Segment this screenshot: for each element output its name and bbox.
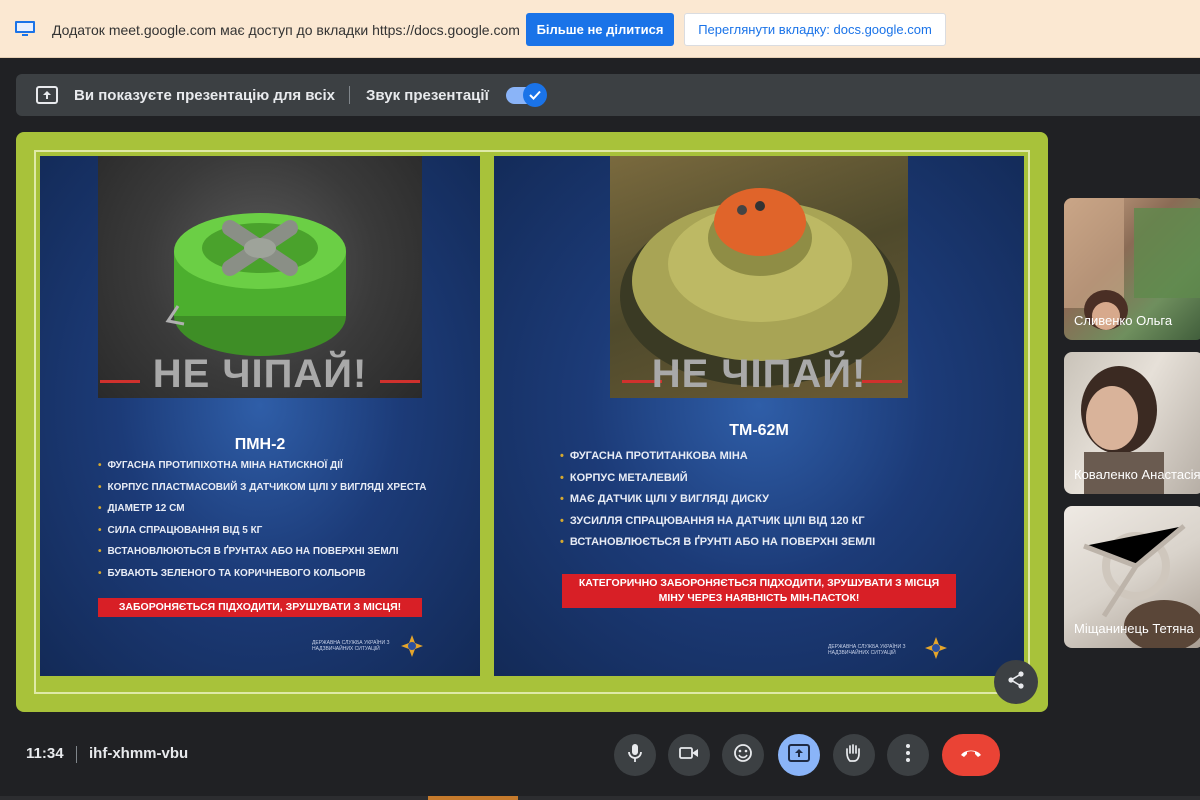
- emoji-icon: [733, 743, 753, 768]
- presenting-status: Ви показуєте презентацію для всіх: [74, 87, 335, 104]
- list-item: КОРПУС ПЛАСТМАСОВИЙ З ДАТЧИКОМ ЦІЛІ У ВИ…: [98, 482, 427, 504]
- presentation-stage: НЕ ЧІПАЙ! ПМН-2 ФУГАСНА ПРОТИПІХОТНА МІН…: [16, 132, 1048, 712]
- warning-heading: НЕ ЧІПАЙ!: [152, 352, 368, 396]
- list-item: БУВАЮТЬ ЗЕЛЕНОГО ТА КОРИЧНЕВОГО КОЛЬОРІВ: [98, 568, 426, 590]
- mic-button[interactable]: [614, 734, 656, 776]
- warning-heading: НЕ ЧІПАЙ!: [651, 352, 867, 396]
- list-item: ДІАМЕТР 12 СМ: [98, 503, 426, 525]
- camera-icon: [679, 746, 699, 765]
- camera-button[interactable]: [668, 734, 710, 776]
- end-call-icon: [959, 746, 983, 764]
- emblem-icon: [400, 634, 424, 658]
- present-now-button[interactable]: [778, 734, 820, 776]
- reactions-button[interactable]: [722, 734, 764, 776]
- present-screen-icon: [788, 743, 810, 767]
- share-button[interactable]: [994, 660, 1038, 704]
- warning-banner: КАТЕГОРИЧНО ЗАБОРОНЯЄТЬСЯ ПІДХОДИТИ, ЗРУ…: [562, 574, 956, 608]
- taskbar-highlight: [428, 796, 518, 800]
- bullet-list: ФУГАСНА ПРОТИПІХОТНА МІНА НАТИСКНОЇ ДІЇ …: [98, 460, 427, 590]
- presenting-bar: Ви показуєте презентацію для всіх Звук п…: [16, 74, 1200, 116]
- raise-hand-button[interactable]: [833, 734, 875, 776]
- participant-name: Міщанинець Тетяна: [1074, 621, 1194, 636]
- monitor-icon: [14, 20, 36, 37]
- slide-area: НЕ ЧІПАЙ! ПМН-2 ФУГАСНА ПРОТИПІХОТНА МІН…: [34, 150, 1030, 694]
- view-tab-button[interactable]: Переглянути вкладку: docs.google.com: [684, 13, 946, 46]
- list-item: ФУГАСНА ПРОТИТАНКОВА МІНА: [560, 450, 875, 472]
- mic-icon: [626, 743, 644, 768]
- participant-tile[interactable]: Міщанинець Тетяна: [1064, 506, 1200, 648]
- meeting-code: ihf-xhmm-vbu: [89, 745, 189, 762]
- list-item: ЗУСИЛЛЯ СПРАЦЮВАННЯ НА ДАТЧИК ЦІЛІ ВІД 1…: [560, 515, 875, 537]
- stop-sharing-button[interactable]: Більше не ділитися: [526, 13, 674, 46]
- list-item: МАЄ ДАТЧИК ЦІЛІ У ВИГЛЯДІ ДИСКУ: [560, 493, 875, 515]
- emblem-icon: [924, 636, 948, 660]
- presentation-audio-label: Звук презентації: [366, 87, 489, 104]
- list-item: ФУГАСНА ПРОТИПІХОТНА МІНА НАТИСКНОЇ ДІЇ: [98, 460, 426, 482]
- participant-name: Сливенко Ольга: [1074, 313, 1173, 328]
- slide-tm62m: НЕ ЧІПАЙ! ТМ-62М ФУГАСНА ПРОТИТАНКОВА МІ…: [494, 156, 1024, 676]
- meeting-time: 11:34: [26, 745, 64, 762]
- taskbar-edge: [0, 796, 1200, 800]
- participant-tile[interactable]: Сливенко Ольга: [1064, 198, 1200, 340]
- more-options-button[interactable]: [887, 734, 929, 776]
- tab-sharing-banner: Додаток meet.google.com має доступ до вк…: [0, 0, 1200, 58]
- presentation-audio-toggle[interactable]: [506, 83, 547, 107]
- list-item: ВСТАНОВЛЮЄТЬСЯ В ҐРУНТІ АБО НА ПОВЕРХНІ …: [560, 536, 875, 558]
- list-item: КОРПУС МЕТАЛЕВИЙ: [560, 472, 875, 494]
- warning-banner: ЗАБОРОНЯЄТЬСЯ ПІДХОДИТИ, ЗРУШУВАТИ З МІС…: [98, 598, 422, 617]
- agency-caption: ДЕРЖАВНА СЛУЖБА УКРАЇНИ З НАДЗВИЧАЙНИХ С…: [312, 640, 390, 652]
- more-options-icon: [905, 743, 911, 768]
- present-icon: [36, 86, 58, 104]
- participant-name: Коваленко Анастасія: [1074, 467, 1200, 482]
- agency-caption: ДЕРЖАВНА СЛУЖБА УКРАЇНИ З НАДЗВИЧАЙНИХ С…: [828, 644, 906, 656]
- bullet-list: ФУГАСНА ПРОТИТАНКОВА МІНА КОРПУС МЕТАЛЕВ…: [560, 450, 875, 558]
- raise-hand-icon: [845, 743, 863, 768]
- divider: [76, 746, 77, 763]
- divider: [349, 86, 350, 104]
- participant-tile[interactable]: Коваленко Анастасія: [1064, 352, 1200, 494]
- check-icon: [523, 83, 547, 107]
- sharing-message: Додаток meet.google.com має доступ до вк…: [52, 22, 520, 38]
- slide-pmn2: НЕ ЧІПАЙ! ПМН-2 ФУГАСНА ПРОТИПІХОТНА МІН…: [40, 156, 480, 676]
- slide-title: ПМН-2: [234, 436, 286, 453]
- list-item: ВСТАНОВЛЮЮТЬСЯ В ҐРУНТАХ АБО НА ПОВЕРХНІ…: [98, 546, 426, 568]
- share-icon: [1006, 670, 1026, 695]
- end-call-button[interactable]: [942, 734, 1000, 776]
- slide-title: ТМ-62М: [729, 422, 789, 439]
- list-item: СИЛА СПРАЦЮВАННЯ ВІД 5 КГ: [98, 525, 426, 547]
